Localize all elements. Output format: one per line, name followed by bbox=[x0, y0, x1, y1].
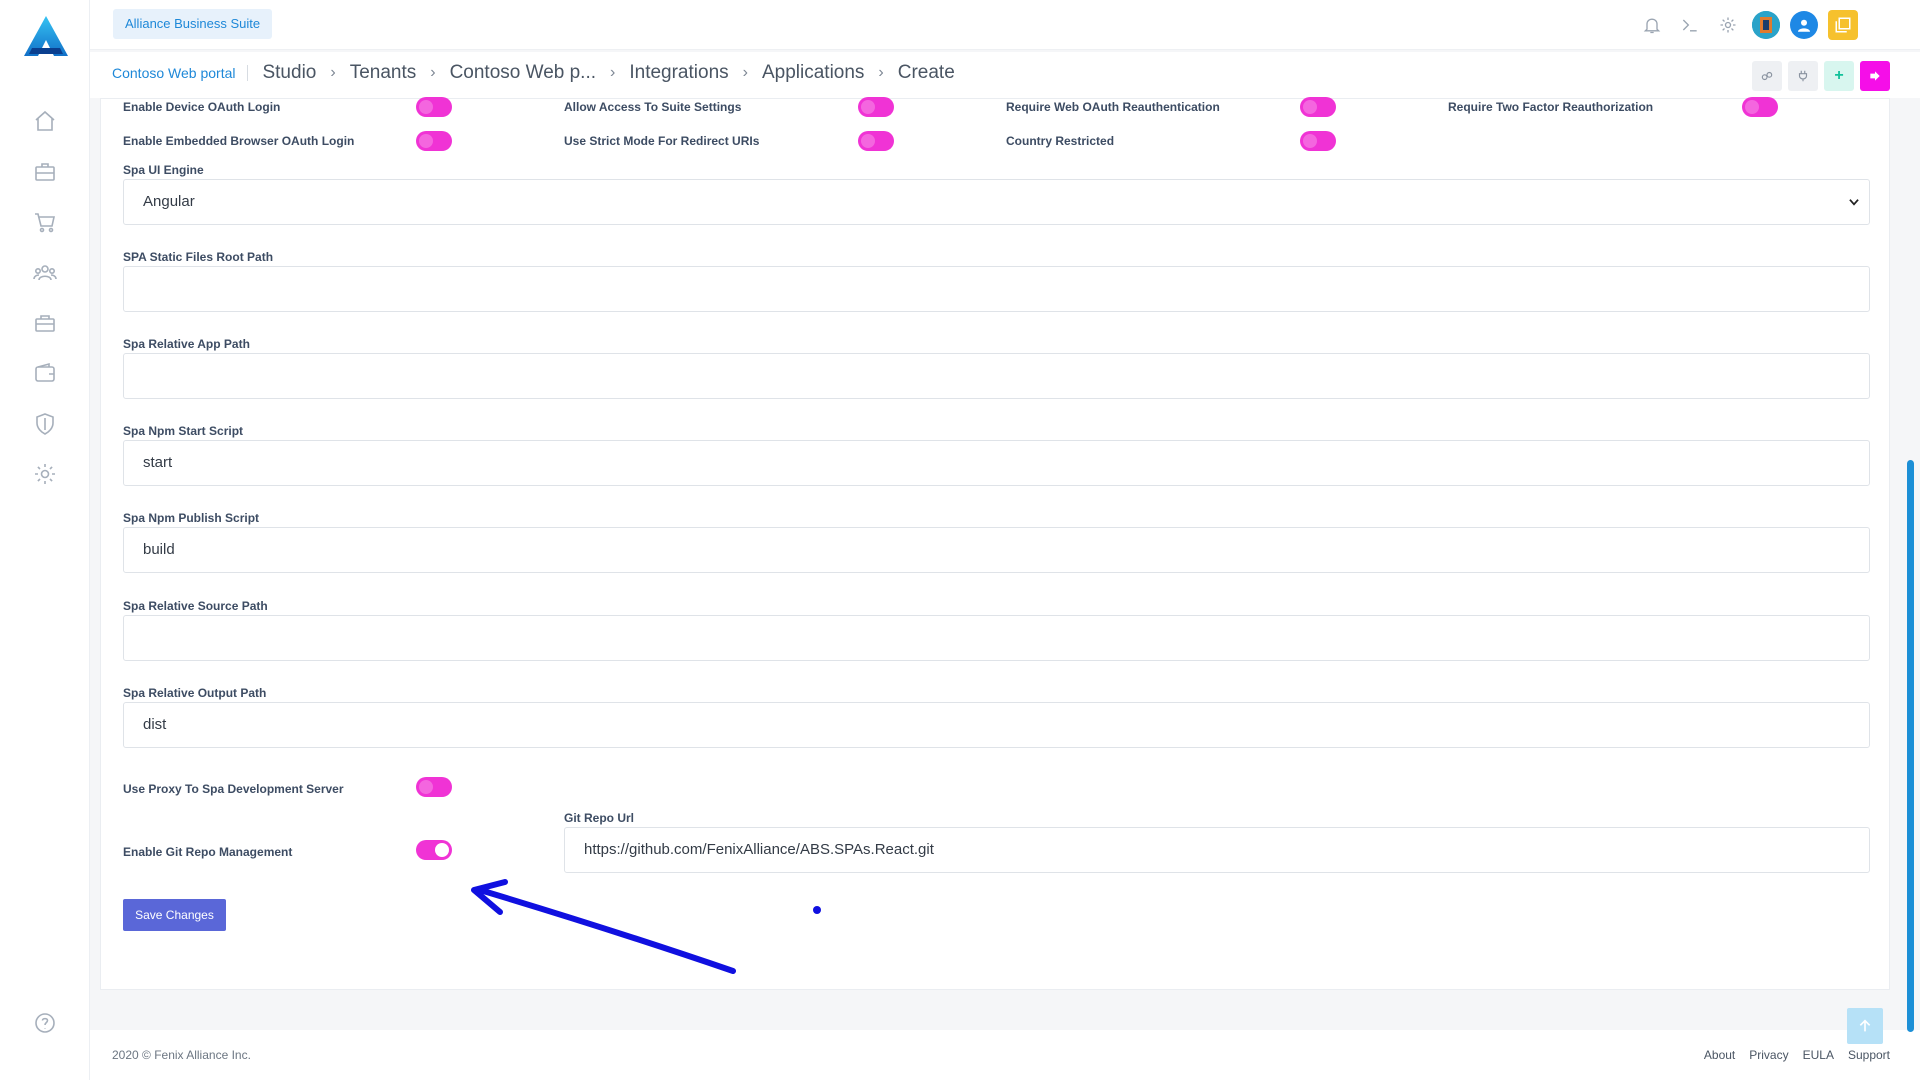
spa-relative-output-input[interactable]: dist bbox=[123, 702, 1870, 748]
spa-relative-source-label: Spa Relative Source Path bbox=[123, 599, 268, 613]
footer-link-support[interactable]: Support bbox=[1848, 1048, 1890, 1062]
spa-ui-engine-label: Spa UI Engine bbox=[123, 163, 204, 177]
spa-ui-engine-select[interactable]: Angular bbox=[123, 179, 1870, 225]
use-proxy-label: Use Proxy To Spa Development Server bbox=[123, 782, 344, 796]
spa-relative-output-label: Spa Relative Output Path bbox=[123, 686, 267, 700]
git-repo-management-label: Enable Git Repo Management bbox=[123, 845, 293, 859]
breadcrumb-item[interactable]: Integrations bbox=[629, 62, 728, 84]
settings-icon[interactable] bbox=[1714, 11, 1742, 39]
shield-icon[interactable] bbox=[32, 411, 58, 437]
chevron-right-icon: › bbox=[610, 64, 616, 81]
chevron-right-icon: › bbox=[878, 64, 884, 81]
footer-link-eula[interactable]: EULA bbox=[1803, 1048, 1834, 1062]
footer: 2020 © Fenix Alliance Inc. About Privacy… bbox=[90, 1030, 1920, 1080]
copyright-text: 2020 © Fenix Alliance Inc. bbox=[112, 1048, 251, 1062]
chevron-right-icon: › bbox=[430, 64, 436, 81]
exit-icon[interactable] bbox=[1860, 61, 1890, 91]
git-repo-url-label: Git Repo Url bbox=[564, 811, 635, 825]
chevron-right-icon: › bbox=[330, 64, 336, 81]
spa-ui-engine-value: Angular bbox=[143, 193, 195, 210]
apps-switcher-button[interactable] bbox=[1828, 10, 1858, 40]
breadcrumb-root[interactable]: Contoso Web portal bbox=[112, 65, 249, 81]
enable-embedded-browser-toggle[interactable] bbox=[416, 131, 452, 151]
spa-npm-start-input[interactable]: start bbox=[123, 440, 1870, 486]
require-two-factor-toggle[interactable] bbox=[1742, 97, 1778, 117]
cart-icon[interactable] bbox=[32, 209, 58, 235]
briefcase-icon[interactable] bbox=[32, 159, 58, 185]
toggle-label: Allow Access To Suite Settings bbox=[564, 100, 742, 114]
plug-icon[interactable] bbox=[1788, 61, 1818, 91]
add-button[interactable]: + bbox=[1824, 61, 1854, 91]
scrollbar-thumb[interactable] bbox=[1907, 460, 1914, 1032]
toggle-label: Enable Embedded Browser OAuth Login bbox=[123, 134, 355, 148]
help-icon[interactable] bbox=[32, 1010, 58, 1036]
spa-npm-publish-label: Spa Npm Publish Script bbox=[123, 511, 260, 525]
scroll-to-top-button[interactable] bbox=[1847, 1008, 1883, 1044]
spa-relative-app-path-label: Spa Relative App Path bbox=[123, 337, 250, 351]
breadcrumb-item[interactable]: Contoso Web p... bbox=[450, 62, 596, 84]
breadcrumb-current: Create bbox=[897, 62, 955, 83]
enable-device-oauth-toggle[interactable] bbox=[416, 97, 452, 117]
breadcrumb-item[interactable]: Tenants bbox=[350, 62, 417, 84]
toggle-label: Require Web OAuth Reauthentication bbox=[1006, 100, 1220, 114]
arrow-up-icon bbox=[1859, 1019, 1871, 1032]
use-proxy-toggle[interactable] bbox=[416, 777, 452, 797]
chevron-right-icon: › bbox=[742, 64, 748, 81]
top-icons bbox=[1638, 10, 1858, 40]
toolbox-icon[interactable] bbox=[32, 310, 58, 336]
breadcrumb-item[interactable]: Applications bbox=[762, 62, 864, 84]
toggle-label: Country Restricted bbox=[1006, 134, 1115, 148]
sidebar bbox=[0, 0, 90, 1080]
app-logo[interactable] bbox=[22, 14, 70, 58]
spa-npm-start-label: Spa Npm Start Script bbox=[123, 424, 244, 438]
toggle-label: Enable Device OAuth Login bbox=[123, 100, 281, 114]
allow-suite-settings-toggle[interactable] bbox=[858, 97, 894, 117]
terminal-icon[interactable] bbox=[1676, 11, 1704, 39]
chain-icon[interactable] bbox=[1752, 61, 1782, 91]
git-repo-url-input[interactable]: https://github.com/FenixAlliance/ABS.SPA… bbox=[564, 827, 1870, 873]
git-repo-management-toggle[interactable] bbox=[416, 840, 452, 860]
spa-static-files-label: SPA Static Files Root Path bbox=[123, 250, 274, 264]
organization-avatar[interactable] bbox=[1752, 11, 1780, 39]
strict-mode-redirect-toggle[interactable] bbox=[858, 131, 894, 151]
suite-badge[interactable]: Alliance Business Suite bbox=[113, 9, 273, 39]
spa-static-files-input[interactable] bbox=[123, 266, 1870, 312]
top-bar: Alliance Business Suite bbox=[90, 0, 1920, 50]
footer-link-privacy[interactable]: Privacy bbox=[1749, 1048, 1788, 1062]
breadcrumb-item[interactable]: Studio bbox=[262, 62, 316, 84]
breadcrumb-actions: + bbox=[1752, 61, 1890, 91]
user-avatar[interactable] bbox=[1790, 11, 1818, 39]
chevron-down-icon bbox=[1849, 199, 1859, 206]
gear-icon[interactable] bbox=[32, 461, 58, 487]
wallet-icon[interactable] bbox=[32, 360, 58, 386]
spa-relative-app-path-input[interactable] bbox=[123, 353, 1870, 399]
breadcrumb: Contoso Web portal Studio › Tenants › Co… bbox=[112, 62, 955, 84]
footer-links: About Privacy EULA Support bbox=[1704, 1048, 1890, 1062]
require-web-oauth-toggle[interactable] bbox=[1300, 97, 1336, 117]
bell-icon[interactable] bbox=[1638, 11, 1666, 39]
country-restricted-toggle[interactable] bbox=[1300, 131, 1336, 151]
home-icon[interactable] bbox=[32, 108, 58, 134]
breadcrumb-bar: Contoso Web portal Studio › Tenants › Co… bbox=[90, 52, 1920, 98]
spa-relative-source-input[interactable] bbox=[123, 615, 1870, 661]
footer-link-about[interactable]: About bbox=[1704, 1048, 1735, 1062]
toggle-label: Use Strict Mode For Redirect URIs bbox=[564, 134, 760, 148]
save-changes-button[interactable]: Save Changes bbox=[123, 899, 226, 931]
users-icon[interactable] bbox=[32, 260, 58, 286]
spa-npm-publish-input[interactable]: build bbox=[123, 527, 1870, 573]
toggle-label: Require Two Factor Reauthorization bbox=[1448, 100, 1654, 114]
